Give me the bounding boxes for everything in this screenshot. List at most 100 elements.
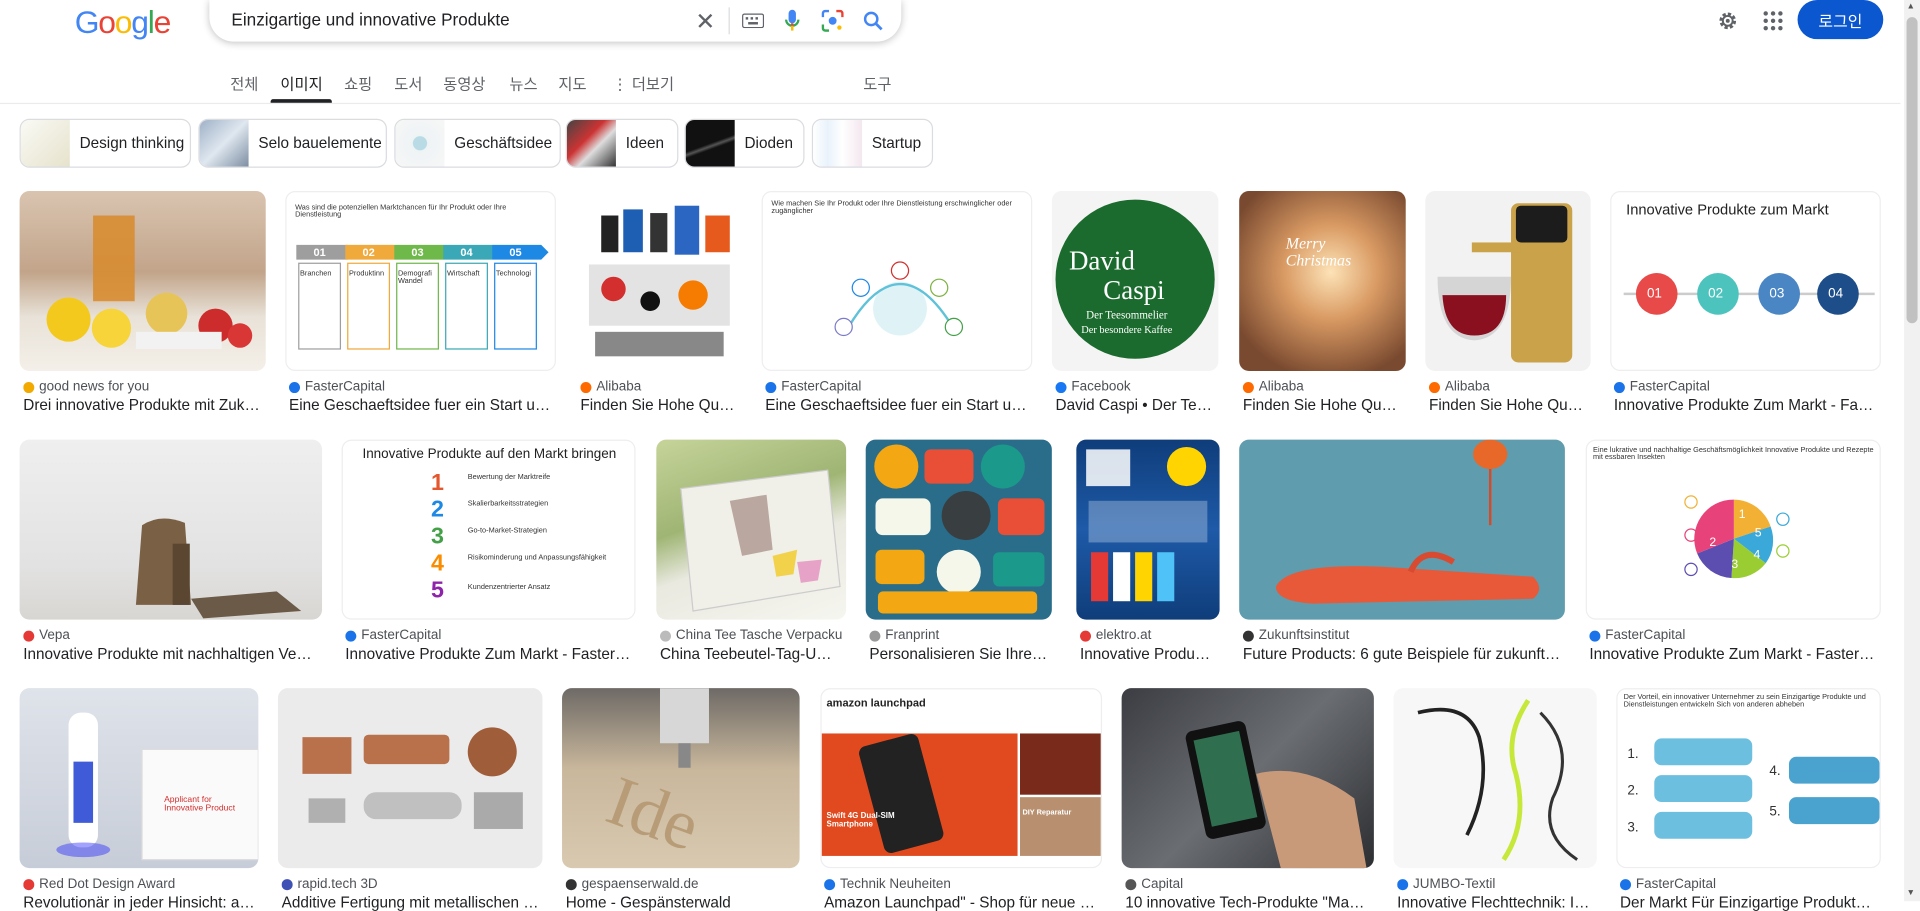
result-title[interactable]: Der Markt Für Einzigartige Produkte ... (1620, 894, 1877, 911)
chip-ideen[interactable]: Ideen (565, 118, 679, 168)
result-source[interactable]: good news for you (23, 380, 262, 394)
scroll-down-icon[interactable]: ▼ (1907, 889, 1915, 898)
result-source-label: Alibaba (596, 379, 642, 395)
result-title[interactable]: Eine Geschaeftsidee fuer ein Start up ..… (289, 397, 552, 414)
result-title[interactable]: Finden Sie Hohe Qual... (1429, 397, 1587, 414)
result-source[interactable]: Vepa (23, 628, 318, 643)
result-source[interactable]: FasterCapital (1620, 877, 1877, 891)
result-title[interactable]: Home - Gespänsterwald (566, 894, 796, 911)
result-title[interactable]: Innovative Produkte mit nachhaltigen Vep… (23, 645, 318, 662)
result-thumbnail[interactable] (865, 439, 1052, 620)
result-title[interactable]: Innovative Flechttechnik: In... (1397, 894, 1593, 911)
result-thumbnail[interactable] (656, 439, 847, 620)
tab-tools[interactable]: 도구 (863, 71, 891, 94)
result-source[interactable]: Franprint (869, 628, 1048, 643)
chip-design-thinking[interactable]: Design thinking (19, 118, 192, 168)
result-thumbnail[interactable]: David Caspi Der Teesommelier Der besonde… (1051, 191, 1219, 372)
logo-text: David (1068, 244, 1135, 276)
result-thumbnail[interactable]: Applicant for Innovative Product (19, 688, 259, 869)
result-title[interactable]: China Teebeutel-Tag-Ums... (660, 645, 842, 662)
result-source[interactable]: rapid.tech 3D (281, 877, 539, 891)
result-source[interactable]: Alibaba (1242, 379, 1402, 395)
result-title[interactable]: Future Products: 6 gute Beispiele für zu… (1243, 645, 1561, 662)
result-source[interactable]: Zukunftsinstitut (1242, 628, 1561, 643)
result-thumbnail[interactable]: amazon launchpad Swift 4G Dual-SIM Smart… (820, 688, 1103, 869)
tab-videos[interactable]: 동영상 (443, 71, 485, 94)
result-thumbnail[interactable] (1076, 439, 1220, 620)
result-thumbnail[interactable]: Merry Christmas (1239, 191, 1406, 372)
google-lens-icon[interactable] (819, 7, 846, 34)
result-source[interactable]: FasterCapital (1589, 628, 1877, 643)
result-source-label: Alibaba (1258, 379, 1304, 395)
result-thumbnail[interactable]: Eine lukrative und nachhaltige Geschäfts… (1585, 439, 1881, 620)
scroll-up-icon[interactable]: ▲ (1907, 2, 1915, 11)
result-thumbnail[interactable] (1121, 688, 1374, 869)
clear-icon[interactable] (692, 7, 719, 34)
keyboard-icon[interactable] (740, 9, 767, 33)
chip-startup[interactable]: Startup (811, 118, 934, 168)
result-thumbnail[interactable]: Was sind die potenziellen Marktchancen f… (285, 191, 556, 372)
scrollbar-thumb[interactable] (1906, 17, 1918, 324)
tab-all[interactable]: 전체 (230, 71, 258, 94)
result-source[interactable]: gespaenserwald.de (565, 877, 796, 891)
apps-grid-icon[interactable] (1757, 5, 1789, 37)
result-source[interactable]: FasterCapital (765, 380, 1028, 394)
microphone-icon[interactable] (780, 6, 804, 35)
google-logo[interactable]: Google (75, 4, 172, 42)
result-title[interactable]: 10 innovative Tech-Produkte "Made ... (1125, 894, 1370, 911)
result-thumbnail[interactable]: Innovative Produkte auf den Markt bringe… (341, 439, 636, 620)
result-title[interactable]: Finden Sie Hohe Qual... (1243, 397, 1402, 414)
result-title[interactable]: Innovative Produkte Zum Markt - Fast... (1614, 397, 1877, 414)
result-title[interactable]: Innovative Produkt... (1080, 645, 1216, 662)
settings-gear-icon[interactable] (1712, 5, 1744, 37)
search-icon[interactable] (860, 7, 887, 34)
tab-news[interactable]: 뉴스 (509, 71, 537, 94)
login-button[interactable]: 로그인 (1797, 0, 1884, 40)
result-source[interactable]: Alibaba (580, 379, 738, 395)
result-title[interactable]: Drei innovative Produkte mit Zuku... (23, 397, 262, 414)
result-title[interactable]: Revolutionär in jeder Hinsicht: am ... (23, 894, 254, 911)
result-source[interactable]: Facebook (1055, 380, 1215, 394)
result-thumbnail[interactable]: Ide (562, 688, 800, 869)
result-title[interactable]: Eine Geschaeftsidee fuer ein Start up ..… (765, 397, 1028, 414)
result-thumbnail[interactable]: Innovative Produkte zum Markt 01 02 03 0… (1610, 191, 1881, 372)
result-thumbnail[interactable] (1393, 688, 1597, 869)
result-thumbnail[interactable] (1239, 439, 1565, 620)
result-thumbnail[interactable] (1425, 191, 1591, 372)
result-thumbnail[interactable] (576, 191, 743, 372)
result-source[interactable]: China Tee Tasche Verpacku... (660, 628, 842, 643)
search-box[interactable]: Einzigartige und innovative Produkte (209, 0, 902, 42)
result-source[interactable]: Technik Neuheiten (824, 877, 1098, 891)
search-input[interactable]: Einzigartige und innovative Produkte (231, 10, 509, 30)
result-source[interactable]: FasterCapital (1613, 380, 1877, 394)
result-title[interactable]: Finden Sie Hohe Qual... (580, 397, 738, 414)
result-source[interactable]: JUMBO-Textil (1397, 877, 1593, 891)
result-thumbnail[interactable] (19, 439, 323, 620)
result-title[interactable]: Innovative Produkte Zum Markt - FasterCa… (1589, 645, 1877, 662)
result-source[interactable]: Red Dot Design Award (23, 877, 254, 891)
result-source[interactable]: Alibaba (1428, 380, 1587, 394)
image-caption: Applicant for Innovative Product (164, 795, 236, 814)
tab-images[interactable]: 이미지 (280, 71, 322, 94)
chip-dioden[interactable]: Dioden (684, 118, 805, 168)
result-title[interactable]: David Caspi • Der Tee... (1056, 397, 1215, 414)
result-title[interactable]: Amazon Launchpad" - Shop für neue in... (824, 894, 1098, 911)
result-thumbnail[interactable]: Wie machen Sie Ihr Produkt oder Ihre Die… (761, 191, 1033, 372)
result-title[interactable]: Innovative Produkte Zum Markt - FasterCa… (345, 645, 632, 662)
result-title[interactable]: Additive Fertigung mit metallischen M... (282, 894, 539, 911)
tab-books[interactable]: 도서 (394, 71, 422, 94)
tab-maps[interactable]: 지도 (558, 71, 586, 94)
result-thumbnail[interactable] (19, 191, 266, 372)
result-source[interactable]: Capital (1125, 877, 1370, 891)
result-title[interactable]: Personalisieren Sie Ihre P... (869, 645, 1048, 662)
chip-geschaeftsidee[interactable]: Geschäftsidee (394, 118, 561, 168)
tab-shopping[interactable]: 쇼핑 (344, 71, 372, 94)
chip-selo-bauelemente[interactable]: Selo bauelemente (198, 118, 387, 168)
chip-thumbnail (566, 120, 616, 167)
result-thumbnail[interactable] (277, 688, 543, 869)
tab-more[interactable]: ⋮ 더보기 (612, 71, 674, 94)
result-source[interactable]: FasterCapital (288, 380, 552, 394)
result-thumbnail[interactable]: Der Vorteil, ein innovativer Unternehmer… (1616, 688, 1881, 869)
result-source[interactable]: elektro.at (1080, 628, 1216, 643)
result-source[interactable]: FasterCapital (345, 628, 632, 643)
